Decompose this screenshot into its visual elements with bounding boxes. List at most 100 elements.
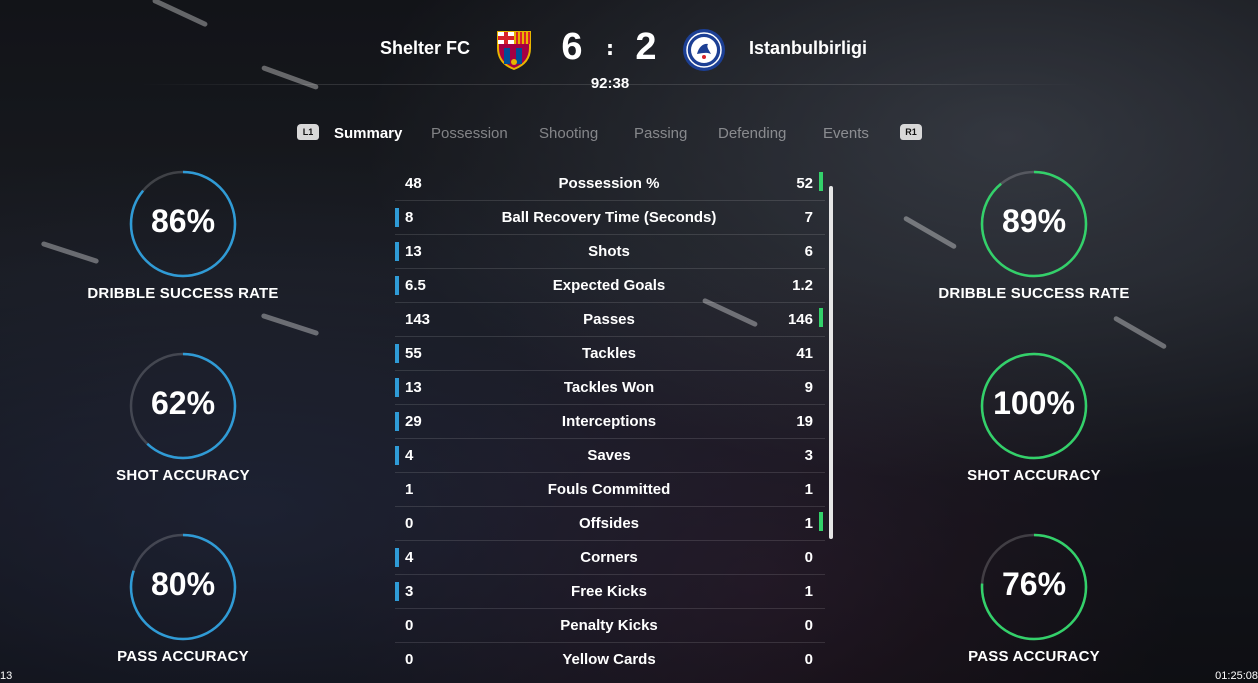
- home-stat-value: 4: [405, 549, 414, 566]
- stats-table[interactable]: 48 Possession % 52 8 Ball Recovery Time …: [395, 167, 825, 683]
- stat-row: 4 Corners 0: [395, 541, 825, 575]
- home-team-name: Shelter FC: [379, 38, 470, 58]
- score-separator: :: [606, 36, 614, 60]
- away-stat-value: 0: [804, 651, 813, 668]
- stat-row: 13 Tackles Won 9: [395, 371, 825, 405]
- ring-label: DRIBBLE SUCCESS RATE: [938, 285, 1130, 302]
- away-stat-value: 1: [804, 481, 813, 498]
- home-stat-value: 0: [405, 515, 414, 532]
- stat-name: Shots: [588, 243, 630, 260]
- stats-scrollbar[interactable]: [829, 186, 833, 539]
- corner-text-left: 13: [0, 670, 13, 682]
- away-dribble-success-ring: 89% DRIBBLE SUCCESS RATE: [914, 168, 1154, 318]
- stats-tab-bar: L1 Summary Possession Shooting Passing D…: [0, 122, 1258, 148]
- stat-name: Penalty Kicks: [560, 617, 658, 634]
- stat-name: Yellow Cards: [562, 651, 656, 668]
- r1-bumper-icon[interactable]: R1: [900, 124, 922, 140]
- home-stat-value: 48: [405, 175, 422, 192]
- tab-possession[interactable]: Possession: [431, 125, 508, 142]
- away-stat-value: 6: [804, 243, 813, 260]
- home-leader-bar: [395, 242, 399, 261]
- away-team-name: Istanbulbirligi: [749, 38, 868, 58]
- away-stat-value: 1.2: [792, 277, 813, 294]
- home-stat-value: 6.5: [405, 277, 426, 294]
- stat-name: Expected Goals: [552, 277, 666, 294]
- scoreboard: Shelter FC 6 : 2 Istanbulbirligi 92:38: [0, 0, 1258, 100]
- home-stat-value: 3: [405, 583, 414, 600]
- stat-name: Interceptions: [561, 413, 657, 430]
- ring-value: 86%: [150, 203, 216, 239]
- stat-row: 48 Possession % 52: [395, 167, 825, 201]
- away-stat-value: 1: [804, 515, 813, 532]
- home-leader-bar: [395, 412, 399, 431]
- home-shot-accuracy-ring: 62% SHOT ACCURACY: [63, 350, 303, 500]
- ring-value: 80%: [150, 566, 216, 602]
- away-team-crest-icon: [683, 29, 725, 71]
- ring-label: SHOT ACCURACY: [967, 467, 1101, 484]
- stat-row: 29 Interceptions 19: [395, 405, 825, 439]
- stat-row: 0 Offsides 1: [395, 507, 825, 541]
- l1-bumper-icon[interactable]: L1: [297, 124, 319, 140]
- stat-name: Free Kicks: [571, 583, 647, 600]
- away-stat-value: 41: [796, 345, 813, 362]
- away-stat-value: 146: [787, 311, 813, 328]
- home-leader-bar: [395, 446, 399, 465]
- stat-row: 143 Passes 146: [395, 303, 825, 337]
- away-leader-bar: [819, 308, 823, 327]
- home-stat-value: 29: [405, 413, 422, 430]
- corner-timestamp: 01:25:08: [1215, 670, 1258, 682]
- stat-row: 3 Free Kicks 1: [395, 575, 825, 609]
- home-score: 6: [561, 26, 583, 68]
- home-dribble-success-ring: 86% DRIBBLE SUCCESS RATE: [63, 168, 303, 318]
- home-stat-value: 0: [405, 651, 414, 668]
- ring-label: PASS ACCURACY: [968, 648, 1100, 665]
- ring-value: 76%: [1001, 566, 1067, 602]
- away-score: 2: [635, 26, 657, 68]
- ring-label: SHOT ACCURACY: [116, 467, 250, 484]
- stat-row: 55 Tackles 41: [395, 337, 825, 371]
- tab-events[interactable]: Events: [823, 125, 869, 142]
- away-stat-value: 3: [804, 447, 813, 464]
- stat-name: Saves: [587, 447, 631, 464]
- stat-name: Corners: [580, 549, 638, 566]
- home-leader-bar: [395, 208, 399, 227]
- away-stat-value: 1: [804, 583, 813, 600]
- home-stat-value: 4: [405, 447, 414, 464]
- home-stat-value: 13: [405, 243, 422, 260]
- home-stat-value: 143: [405, 311, 431, 328]
- tab-summary[interactable]: Summary: [334, 125, 402, 142]
- tab-shooting[interactable]: Shooting: [539, 125, 598, 142]
- home-stat-value: 13: [405, 379, 422, 396]
- stat-name: Fouls Committed: [547, 481, 671, 498]
- away-stat-value: 9: [804, 379, 813, 396]
- away-shot-accuracy-ring: 100% SHOT ACCURACY: [914, 350, 1154, 500]
- tab-defending[interactable]: Defending: [718, 125, 786, 142]
- stat-row: 4 Saves 3: [395, 439, 825, 473]
- home-leader-bar: [395, 276, 399, 295]
- stat-name: Tackles Won: [563, 379, 655, 396]
- stat-name: Tackles: [582, 345, 636, 362]
- stat-name: Passes: [583, 311, 635, 328]
- stat-row: 1 Fouls Committed 1: [395, 473, 825, 507]
- stat-name: Ball Recovery Time (Seconds): [501, 209, 717, 226]
- away-stat-value: 7: [804, 209, 813, 226]
- stat-row: 0 Penalty Kicks 0: [395, 609, 825, 643]
- stat-name: Possession %: [558, 175, 660, 192]
- away-stat-value: 19: [796, 413, 813, 430]
- ring-label: DRIBBLE SUCCESS RATE: [87, 285, 279, 302]
- home-leader-bar: [395, 582, 399, 601]
- home-leader-bar: [395, 548, 399, 567]
- ring-label: PASS ACCURACY: [117, 648, 249, 665]
- home-stat-value: 0: [405, 617, 414, 634]
- away-stat-value: 0: [804, 549, 813, 566]
- away-leader-bar: [819, 172, 823, 191]
- away-stat-value: 0: [804, 617, 813, 634]
- away-pass-accuracy-ring: 76% PASS ACCURACY: [914, 531, 1154, 681]
- ring-value: 100%: [993, 385, 1075, 421]
- tab-passing[interactable]: Passing: [634, 125, 687, 142]
- home-stat-value: 55: [405, 345, 422, 362]
- stat-row: 6.5 Expected Goals 1.2: [395, 269, 825, 303]
- ring-value: 62%: [150, 385, 216, 421]
- home-team-crest-icon: [497, 31, 531, 70]
- away-stat-value: 52: [796, 175, 813, 192]
